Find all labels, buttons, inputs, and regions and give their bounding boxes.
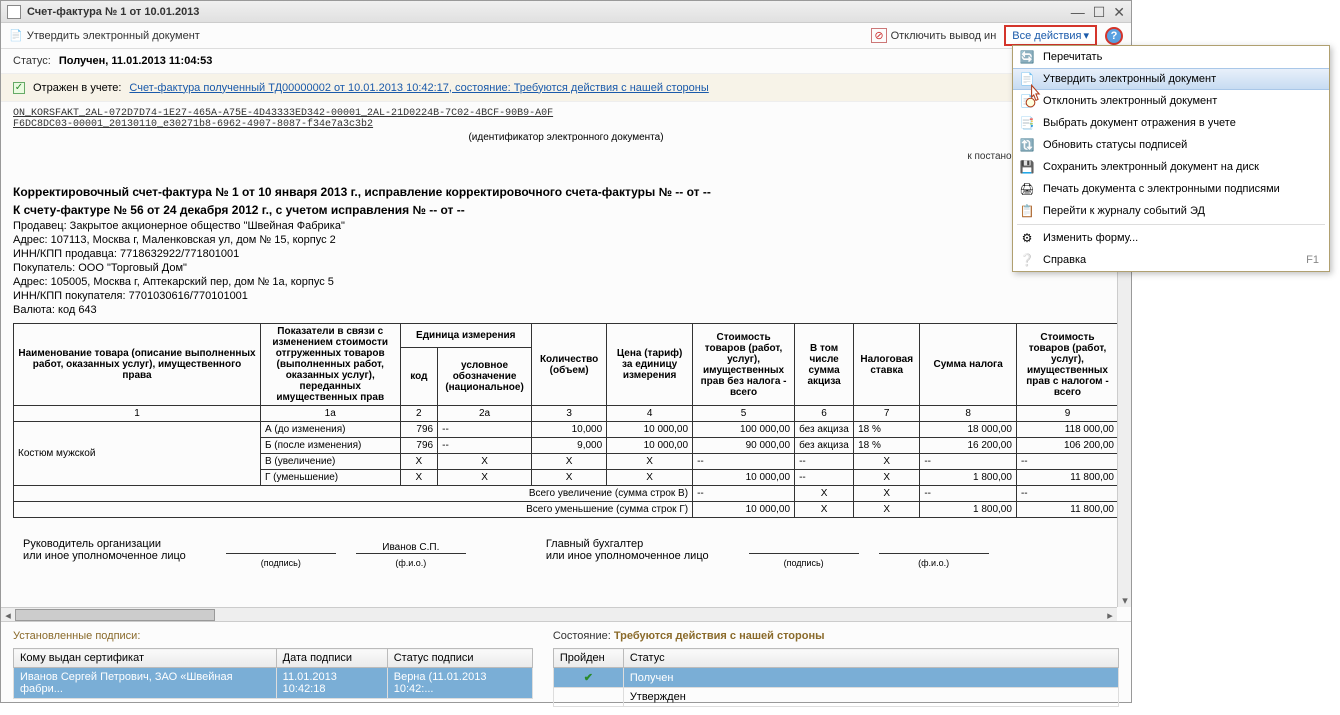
doc-title-1: Корректировочный счет-фактура № 1 от 10 … — [13, 183, 1119, 201]
help-icon: ❔ — [1019, 252, 1035, 268]
edoc-id-label: (идентификатор электронного документа) — [13, 130, 1119, 151]
print-icon: 🖨 — [1019, 181, 1035, 197]
col-sign-status[interactable]: Статус подписи — [387, 649, 532, 668]
edoc-id-line2: F6DC8DC03-00001_20130110_e30271b8-6962-4… — [13, 119, 1119, 130]
menu-update-sigs[interactable]: 🔃 Обновить статусы подписей — [1013, 134, 1329, 156]
reflected-in-accounting-row: ✓ Отражен в учете: Счет-фактура полученн… — [1, 73, 1131, 102]
col-status[interactable]: Статус — [623, 649, 1118, 668]
menu-edit-form[interactable]: ⚙ Изменить форму... — [1013, 227, 1329, 249]
maximize-button[interactable]: ☐ — [1093, 5, 1106, 19]
signature-row[interactable]: Иванов Сергей Петрович, ЗАО «Швейная фаб… — [14, 668, 533, 699]
update-icon: 🔃 — [1019, 137, 1035, 153]
refresh-icon: 🔄 — [1019, 49, 1035, 65]
col-cert-owner[interactable]: Кому выдан сертификат — [14, 649, 277, 668]
bottom-panel: Установленные подписи: Кому выдан сертиф… — [1, 622, 1131, 715]
edoc-id-line1: ON_KORSFAKT_2AL-072D7D74-1E27-465A-A75E-… — [13, 108, 1119, 119]
reflected-label: Отражен в учете: — [33, 82, 121, 94]
reflected-checkbox[interactable]: ✓ — [13, 82, 25, 94]
save-icon: 💾 — [1019, 159, 1035, 175]
menu-reread[interactable]: 🔄 Перечитать — [1013, 46, 1329, 68]
menu-select-reflect-doc[interactable]: 📑 Выбрать документ отражения в учете — [1013, 112, 1329, 134]
col-passed[interactable]: Пройден — [553, 649, 623, 668]
approve-icon: 📄 — [1019, 71, 1035, 87]
minimize-button[interactable]: — — [1071, 5, 1085, 19]
signatures-block: Руководитель организации или иное уполно… — [13, 518, 1119, 572]
reflected-link[interactable]: Счет-фактура полученный ТД00000002 от 10… — [129, 82, 708, 94]
all-actions-button[interactable]: Все действия ▾ — [1004, 25, 1097, 46]
window-title: Счет-фактура № 1 от 10.01.2013 — [27, 6, 1071, 18]
approve-edoc-button[interactable]: 📄 Утвердить электронный документ — [9, 29, 200, 42]
scroll-right-icon[interactable]: ▸ — [1103, 608, 1117, 622]
currency: Валюта: код 643 — [13, 303, 1119, 317]
signatures-title: Установленные подписи: — [13, 630, 533, 648]
menu-help[interactable]: ❔ Справка F1 — [1013, 249, 1329, 271]
buyer-inn: ИНН/КПП покупателя: 7701030616/770101001 — [13, 289, 1119, 303]
table-row: Костюм мужской А (до изменения) 796 -- 1… — [14, 422, 1119, 438]
close-button[interactable]: ✕ — [1113, 5, 1125, 19]
buyer: Покупатель: ООО "Торговый Дом" — [13, 261, 1119, 275]
reject-icon: 📄 — [1019, 93, 1035, 109]
approve-icon: 📄 — [9, 29, 23, 42]
menu-save-to-disk[interactable]: 💾 Сохранить электронный документ на диск — [1013, 156, 1329, 178]
state-value: Требуются действия с нашей стороны — [614, 630, 825, 642]
status-value: Получен, 11.01.2013 11:04:53 — [59, 55, 213, 67]
table-sum-row: Всего увеличение (сумма строк В) -- X X … — [14, 486, 1119, 502]
decree-ref: к постановлению Правительст от 2 — [13, 151, 1119, 173]
doc-icon — [7, 5, 21, 19]
all-actions-menu: 🔄 Перечитать 📄 Утвердить электронный док… — [1012, 45, 1330, 272]
signatures-table: Кому выдан сертификат Дата подписи Стату… — [13, 648, 533, 699]
menu-goto-journal[interactable]: 📋 Перейти к журналу событий ЭД — [1013, 200, 1329, 222]
scroll-left-icon[interactable]: ◂ — [1, 608, 15, 622]
toolbar: 📄 Утвердить электронный документ ⊘ Отклю… — [1, 23, 1131, 49]
chevron-down-icon: ▾ — [1083, 29, 1089, 42]
scroll-down-icon[interactable]: ▾ — [1118, 593, 1131, 607]
menu-reject-edoc[interactable]: 📄 Отклонить электронный документ — [1013, 90, 1329, 112]
table-sum-row: Всего уменьшение (сумма строк Г) 10 000,… — [14, 502, 1119, 518]
menu-print-edoc[interactable]: 🖨 Печать документа с электронными подпис… — [1013, 178, 1329, 200]
col-sign-date[interactable]: Дата подписи — [276, 649, 387, 668]
buyer-addr: Адрес: 105005, Москва г, Аптекарский пер… — [13, 275, 1119, 289]
status-row: Статус: Получен, 11.01.2013 11:04:53 — [1, 49, 1131, 73]
doc-title-2: К счету-фактуре № 56 от 24 декабря 2012 … — [13, 201, 1119, 219]
state-row-approved[interactable]: Утвержден — [553, 688, 1118, 707]
help-button[interactable]: ? — [1105, 27, 1123, 45]
state-table: Пройден Статус ✔ Получен Утвержден — [553, 648, 1119, 707]
invoice-table: Наименование товара (описание выполненны… — [13, 323, 1119, 518]
check-icon: ✔ — [584, 672, 593, 684]
menu-approve-edoc[interactable]: 📄 Утвердить электронный документ — [1013, 68, 1329, 90]
seller-addr: Адрес: 107113, Москва г, Маленковская ул… — [13, 233, 1119, 247]
gear-icon: ⚙ — [1019, 230, 1035, 246]
seller-inn: ИНН/КПП продавца: 7718632922/771801001 — [13, 247, 1119, 261]
status-label: Статус: — [13, 55, 51, 67]
document-window: Счет-фактура № 1 от 10.01.2013 — ☐ ✕ 📄 У… — [0, 0, 1132, 703]
scrollbar-thumb[interactable] — [15, 609, 215, 621]
titlebar: Счет-фактура № 1 от 10.01.2013 — ☐ ✕ — [1, 1, 1131, 23]
state-row-received[interactable]: ✔ Получен — [553, 668, 1118, 688]
seller: Продавец: Закрытое акционерное общество … — [13, 219, 1119, 233]
x-icon: ⊘ — [871, 28, 886, 43]
disable-output-toggle[interactable]: ⊘ Отключить вывод ин — [871, 28, 996, 43]
journal-icon: 📋 — [1019, 203, 1035, 219]
document-content-area: ON_KORSFAKT_2AL-072D7D74-1E27-465A-A75E-… — [1, 102, 1131, 622]
state-label: Состояние: — [553, 630, 611, 642]
horizontal-scrollbar[interactable]: ◂ ▸ — [1, 607, 1117, 621]
select-doc-icon: 📑 — [1019, 115, 1035, 131]
